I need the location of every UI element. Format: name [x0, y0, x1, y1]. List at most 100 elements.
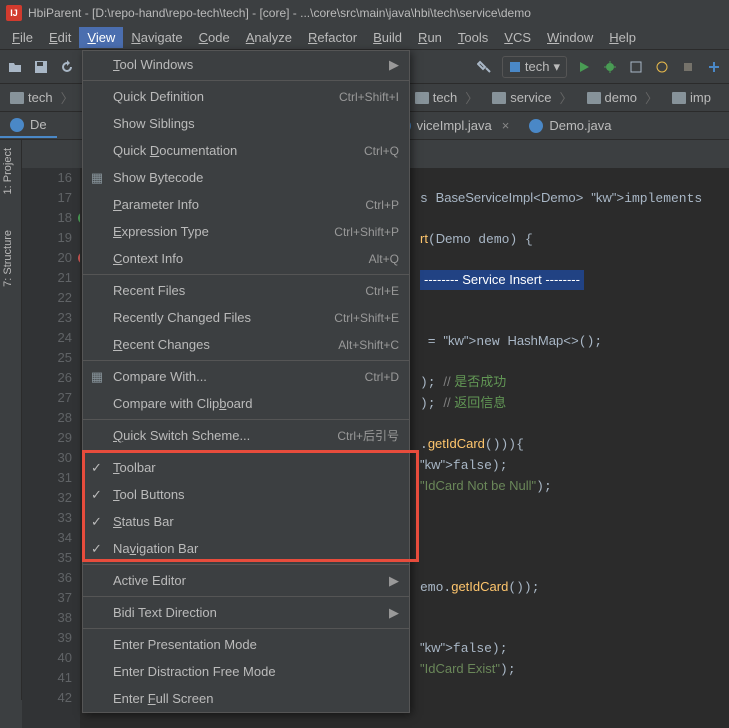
menu-tools[interactable]: Tools [450, 27, 496, 48]
update-icon[interactable] [705, 58, 723, 76]
line-number: 39 [22, 628, 72, 648]
menu-item-parameter-info[interactable]: Parameter InfoCtrl+P [83, 191, 409, 218]
menu-code[interactable]: Code [191, 27, 238, 48]
line-number: 21 [22, 268, 72, 288]
menu-item-enter-presentation-mode[interactable]: Enter Presentation Mode [83, 631, 409, 658]
menu-item-status-bar[interactable]: ✓ Status Bar [83, 508, 409, 535]
folder-icon [672, 92, 686, 104]
menu-item-label: Active Editor [113, 573, 389, 588]
menu-item-recently-changed-files[interactable]: Recently Changed FilesCtrl+Shift+E [83, 304, 409, 331]
menu-edit[interactable]: Edit [41, 27, 79, 48]
menu-refactor[interactable]: Refactor [300, 27, 365, 48]
menu-item-navigation-bar[interactable]: ✓Navigation Bar [83, 535, 409, 562]
menu-item-expression-type[interactable]: Expression TypeCtrl+Shift+P [83, 218, 409, 245]
run-icon[interactable] [575, 58, 593, 76]
line-number: 27 [22, 388, 72, 408]
menu-item-quick-documentation[interactable]: Quick DocumentationCtrl+Q [83, 137, 409, 164]
folder-icon [492, 92, 506, 104]
menu-run[interactable]: Run [410, 27, 450, 48]
file-icon [529, 119, 543, 133]
menu-item-bidi-text-direction[interactable]: Bidi Text Direction▶ [83, 599, 409, 626]
shortcut-label: Alt+Shift+C [338, 338, 399, 352]
menu-item-toolbar[interactable]: ✓Toolbar [83, 454, 409, 481]
folder-icon [415, 92, 429, 104]
menu-vcs[interactable]: VCS [496, 27, 539, 48]
submenu-arrow-icon: ▶ [389, 573, 399, 589]
run-config-selector[interactable]: tech ▾ [502, 56, 567, 78]
line-number: 28 [22, 408, 72, 428]
breadcrumb-item[interactable]: imp [666, 88, 725, 107]
menu-item-quick-switch-scheme[interactable]: Quick Switch Scheme...Ctrl+后引号 [83, 422, 409, 449]
shortcut-label: Ctrl+Q [364, 144, 399, 158]
line-number: 41 [22, 668, 72, 688]
menu-item-label: Status Bar [113, 514, 399, 529]
menu-build[interactable]: Build [365, 27, 410, 48]
line-number: 37 [22, 588, 72, 608]
menu-item-label: Compare With... [113, 369, 365, 384]
menu-item-label: Tool Windows [113, 57, 389, 72]
line-number: 40 [22, 648, 72, 668]
editor-tab[interactable]: De [0, 113, 57, 138]
menu-file[interactable]: File [4, 27, 41, 48]
menu-item-recent-changes[interactable]: Recent ChangesAlt+Shift+C [83, 331, 409, 358]
file-icon [10, 118, 24, 132]
hammer-icon[interactable] [476, 58, 494, 76]
menu-item-label: Bidi Text Direction [113, 605, 389, 620]
breadcrumb-item[interactable]: tech [4, 86, 80, 109]
menu-analyze[interactable]: Analyze [238, 27, 300, 48]
menu-item-show-siblings[interactable]: Show Siblings [83, 110, 409, 137]
menu-item-recent-files[interactable]: Recent FilesCtrl+E [83, 277, 409, 304]
menu-item-label: Enter Presentation Mode [113, 637, 399, 652]
stop-icon[interactable] [679, 58, 697, 76]
menu-item-show-bytecode[interactable]: ▦Show Bytecode [83, 164, 409, 191]
debug-icon[interactable] [601, 58, 619, 76]
menu-item-context-info[interactable]: Context InfoAlt+Q [83, 245, 409, 272]
breadcrumb-item[interactable]: demo [581, 86, 665, 109]
menu-navigate[interactable]: Navigate [123, 27, 190, 48]
save-icon[interactable] [32, 58, 50, 76]
check-icon: ✓ [91, 487, 102, 503]
run-config-label: tech [525, 59, 550, 74]
menu-view[interactable]: View [79, 27, 123, 48]
view-menu-dropdown: Tool Windows▶Quick DefinitionCtrl+Shift+… [82, 50, 410, 713]
structure-tool-window-button[interactable]: 7: Structure [0, 222, 16, 295]
line-number: 16 [22, 168, 72, 188]
shortcut-label: Ctrl+D [365, 370, 399, 384]
menu-item-label: Quick Definition [113, 89, 339, 104]
menu-item-compare-with[interactable]: ▦Compare With...Ctrl+D [83, 363, 409, 390]
check-icon: ✓ [91, 514, 102, 530]
breadcrumb-item[interactable]: tech [409, 86, 485, 109]
shortcut-label: Ctrl+Shift+I [339, 90, 399, 104]
menu-item-active-editor[interactable]: Active Editor▶ [83, 567, 409, 594]
module-icon [509, 61, 521, 73]
profiler-icon[interactable] [653, 58, 671, 76]
coverage-icon[interactable] [627, 58, 645, 76]
app-icon: IJ [6, 5, 22, 21]
open-icon[interactable] [6, 58, 24, 76]
editor-tab[interactable]: Demo.java [519, 114, 621, 137]
line-number: 23 [22, 308, 72, 328]
menu-item-enter-full-screen[interactable]: Enter Full Screen [83, 685, 409, 712]
menu-separator [83, 628, 409, 629]
shortcut-label: Ctrl+Shift+E [334, 311, 399, 325]
menu-item-enter-distraction-free-mode[interactable]: Enter Distraction Free Mode [83, 658, 409, 685]
menu-item-quick-definition[interactable]: Quick DefinitionCtrl+Shift+I [83, 83, 409, 110]
submenu-arrow-icon: ▶ [389, 605, 399, 621]
line-number: 20 [22, 248, 72, 268]
window-title: HbiParent - [D:\repo-hand\repo-tech\tech… [28, 6, 531, 20]
menu-item-tool-windows[interactable]: Tool Windows▶ [83, 51, 409, 78]
menu-item-compare-with-clipboard[interactable]: Compare with Clipboard [83, 390, 409, 417]
refresh-icon[interactable] [58, 58, 76, 76]
line-number: 33 [22, 508, 72, 528]
line-number: 19 [22, 228, 72, 248]
breadcrumb-item[interactable]: service [486, 86, 578, 109]
menu-separator [83, 80, 409, 81]
menu-item-label: Show Siblings [113, 116, 399, 131]
project-tool-window-button[interactable]: 1: Project [0, 140, 16, 202]
editor-gutter: 161718↑192021222324252627282930313233343… [22, 168, 80, 728]
menu-item-tool-buttons[interactable]: ✓Tool Buttons [83, 481, 409, 508]
menu-item-label: Quick Switch Scheme... [113, 428, 337, 443]
close-tab-icon[interactable]: × [502, 118, 510, 133]
menu-help[interactable]: Help [601, 27, 644, 48]
menu-window[interactable]: Window [539, 27, 601, 48]
